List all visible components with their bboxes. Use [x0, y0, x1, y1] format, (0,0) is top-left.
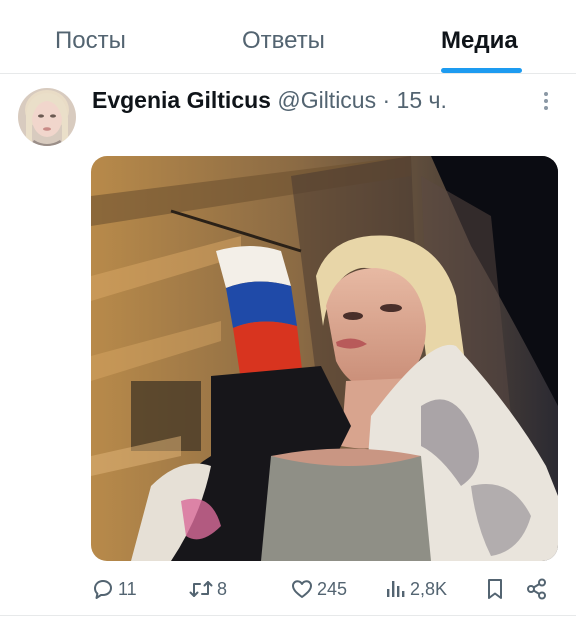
retweet-button[interactable]: 8	[188, 572, 227, 606]
author-name[interactable]: Evgenia Gilticus	[92, 87, 271, 113]
reply-count: 11	[118, 578, 137, 599]
bookmark-button[interactable]	[484, 572, 506, 606]
share-icon	[527, 578, 546, 600]
tab-posts[interactable]: Посты	[55, 0, 126, 73]
like-icon	[292, 580, 312, 598]
views-button[interactable]: 2,8K	[385, 572, 447, 606]
tweet-time[interactable]: 15 ч.	[397, 87, 447, 113]
like-button[interactable]: 245	[290, 572, 347, 606]
author-handle[interactable]: @Gilticus	[277, 87, 376, 113]
retweet-icon	[189, 581, 213, 597]
tweet-media[interactable]	[91, 156, 558, 561]
reply-button[interactable]: 11	[91, 572, 137, 606]
share-button[interactable]	[525, 572, 549, 606]
retweet-count: 8	[217, 578, 228, 599]
reply-icon	[94, 580, 112, 599]
tweet-header: Evgenia Gilticus @Gilticus · 15 ч.	[92, 85, 447, 115]
profile-tabs: Посты Ответы Медиа	[0, 0, 576, 74]
avatar-image	[18, 88, 76, 146]
tab-replies[interactable]: Ответы	[242, 0, 325, 73]
more-icon[interactable]	[536, 90, 556, 112]
tweet-photo	[91, 156, 558, 561]
avatar[interactable]	[18, 88, 76, 146]
tweet-actions: 11 8 245 2,8K	[0, 572, 576, 606]
separator: ·	[382, 87, 391, 113]
like-count: 245	[317, 578, 348, 599]
bookmark-icon	[488, 579, 502, 599]
views-icon	[387, 581, 405, 597]
tab-media[interactable]: Медиа	[441, 0, 518, 73]
active-tab-indicator	[441, 68, 522, 73]
views-count: 2,8K	[410, 578, 448, 599]
divider	[0, 615, 576, 616]
